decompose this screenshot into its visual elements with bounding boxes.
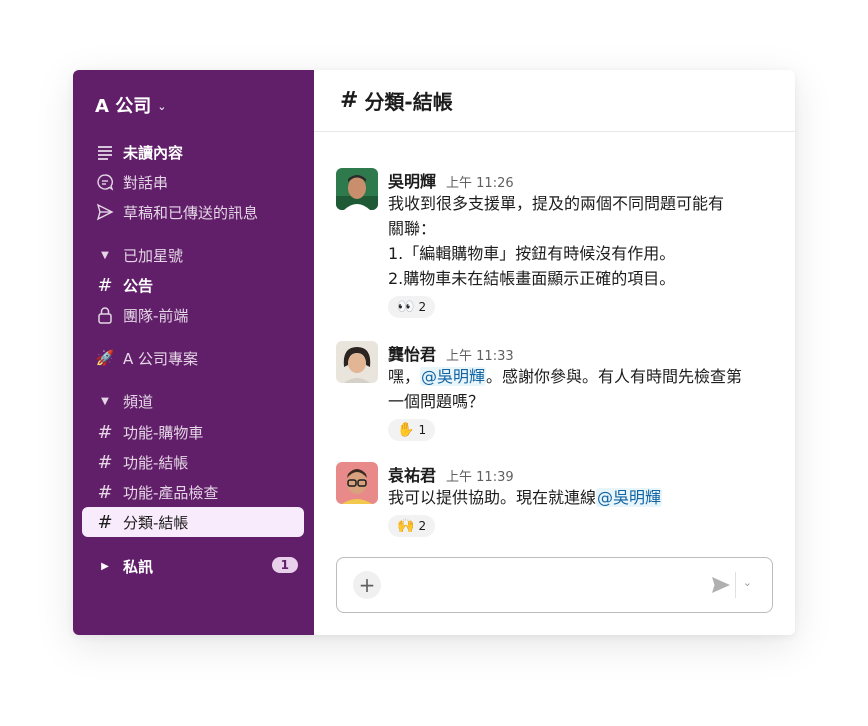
rocket-icon: 🚀 — [95, 349, 115, 367]
message-line: 一個問題嗎？ — [388, 392, 485, 411]
sidebar-item-label: 未讀內容 — [123, 143, 184, 162]
sidebar-item-feature-checkout[interactable]: # 功能-結帳 — [82, 447, 304, 477]
hash-icon: # — [97, 274, 113, 296]
chevron-down-icon: ⌄ — [157, 99, 167, 113]
message-timestamp[interactable]: 上午 11:33 — [446, 345, 514, 364]
message-line: 關聯： — [388, 219, 437, 238]
hash-icon: # — [97, 511, 113, 533]
raised-hand-icon: ✋ — [397, 422, 415, 438]
section-label: 已加星號 — [123, 246, 184, 265]
message-line: 1.「編輯購物車」按鈕有時候沒有作用。 — [388, 244, 676, 263]
sidebar-item-label: 草稿和已傳送的訊息 — [123, 203, 259, 222]
sidebar-item-announcements[interactable]: # 公告 — [82, 270, 304, 300]
message-timestamp[interactable]: 上午 11:39 — [446, 466, 514, 485]
sidebar-item-feature-review[interactable]: # 功能-產品檢查 — [82, 477, 304, 507]
reaction-count: 2 — [418, 519, 427, 533]
sidebar-item-label: 功能-產品檢查 — [123, 483, 219, 502]
text-span: 。感謝你參與。有人有時間先檢查第 — [486, 367, 743, 386]
message-author[interactable]: 袁祐君 — [388, 462, 436, 486]
avatar[interactable] — [336, 168, 378, 210]
caret-right-icon: ▶ — [101, 560, 109, 572]
hash-icon: # — [97, 451, 113, 473]
message-author[interactable]: 龔怡君 — [388, 341, 436, 365]
sidebar-item-threads[interactable]: 對話串 — [82, 167, 304, 197]
avatar[interactable] — [336, 462, 378, 504]
unreads-icon — [95, 142, 115, 162]
sidebar-item-project[interactable]: 🚀 A 公司專案 — [82, 343, 304, 373]
reaction-count: 1 — [418, 423, 427, 437]
channel-header[interactable]: # 分類-結帳 — [314, 70, 795, 132]
workspace-switcher[interactable]: A 公司 ⌄ — [95, 92, 166, 118]
message-text: 我可以提供協助。現在就連線@吳明輝 — [388, 485, 778, 510]
reaction-count: 2 — [418, 300, 427, 314]
reaction[interactable]: ✋ 1 — [388, 419, 436, 441]
sidebar-item-feature-cart[interactable]: # 功能-購物車 — [82, 417, 304, 447]
user-mention[interactable]: @吳明輝 — [596, 488, 663, 507]
sidebar-item-label: 對話串 — [123, 173, 169, 192]
message-line: 2.購物車未在結帳畫面顯示正確的項目。 — [388, 269, 676, 288]
hash-icon: # — [97, 481, 113, 503]
message-line: 我可以提供協助。現在就連線@吳明輝 — [388, 485, 778, 510]
divider — [735, 572, 736, 598]
add-attachment-button[interactable]: + — [353, 571, 381, 599]
reaction[interactable]: 🙌 2 — [388, 515, 436, 537]
app-window: A 公司 ⌄ 未讀內容 對話串 草稿和已傳送的訊息 ▼ 已加星號 # 公告 團隊… — [73, 70, 795, 635]
send-icon — [95, 202, 115, 222]
sidebar-item-label: 功能-結帳 — [123, 453, 189, 472]
caret-down-icon: ▼ — [101, 395, 109, 407]
message-composer[interactable]: + ⌄ — [336, 557, 773, 613]
channel-title: 分類-結帳 — [364, 90, 453, 114]
section-starred[interactable]: ▼ 已加星號 — [82, 240, 304, 270]
raised-hands-icon: 🙌 — [397, 518, 415, 534]
message-author[interactable]: 吳明輝 — [388, 168, 436, 192]
avatar[interactable] — [336, 341, 378, 383]
section-channels[interactable]: ▼ 頻道 — [82, 386, 304, 416]
sidebar-item-label: 分類-結帳 — [123, 513, 189, 532]
section-direct-messages[interactable]: ▶ 私訊 1 — [82, 551, 304, 581]
sidebar: A 公司 ⌄ 未讀內容 對話串 草稿和已傳送的訊息 ▼ 已加星號 # 公告 團隊… — [73, 70, 314, 635]
text-span: 嘿， — [388, 367, 421, 386]
threads-icon — [95, 172, 115, 192]
eyes-icon: 👀 — [397, 299, 415, 315]
caret-down-icon: ▼ — [101, 249, 109, 261]
sidebar-item-triage-checkout[interactable]: # 分類-結帳 — [82, 507, 304, 537]
sidebar-item-label: 功能-購物車 — [123, 423, 204, 442]
workspace-name: A 公司 — [95, 96, 152, 117]
unread-badge: 1 — [271, 557, 298, 573]
lock-icon — [95, 305, 115, 325]
section-label: 私訊 — [123, 557, 154, 576]
message-line: 我收到很多支援單，提及的兩個不同問題可能有 — [388, 194, 725, 213]
sidebar-item-label: 團隊-前端 — [123, 306, 189, 325]
sidebar-item-team-frontend[interactable]: 團隊-前端 — [82, 300, 304, 330]
hash-icon: # — [340, 88, 359, 113]
section-label: 頻道 — [123, 392, 154, 411]
chevron-down-icon[interactable]: ⌄ — [743, 576, 752, 589]
message-text: 嘿，@吳明輝。感謝你參與。有人有時間先檢查第 一個問題嗎？ — [388, 364, 778, 414]
channel-view: # 分類-結帳 吳明輝 上午 11:26 我收到很多支援單，提及的兩個不同問題可… — [314, 70, 795, 635]
message-line: 嘿，@吳明輝。感謝你參與。有人有時間先檢查第 — [388, 364, 778, 389]
reaction[interactable]: 👀 2 — [388, 296, 436, 318]
hash-icon: # — [97, 421, 113, 443]
sidebar-item-label: A 公司專案 — [123, 349, 199, 368]
text-span: 我可以提供協助。現在就連線 — [388, 488, 597, 507]
user-mention[interactable]: @吳明輝 — [420, 367, 487, 386]
sidebar-item-label: 公告 — [123, 276, 154, 295]
sidebar-item-unreads[interactable]: 未讀內容 — [82, 137, 304, 167]
message-timestamp[interactable]: 上午 11:26 — [446, 172, 514, 191]
sidebar-item-drafts[interactable]: 草稿和已傳送的訊息 — [82, 197, 304, 227]
message-text: 我收到很多支援單，提及的兩個不同問題可能有 關聯： 1.「編輯購物車」按鈕有時候… — [388, 191, 778, 291]
paper-plane-icon[interactable] — [710, 574, 732, 596]
